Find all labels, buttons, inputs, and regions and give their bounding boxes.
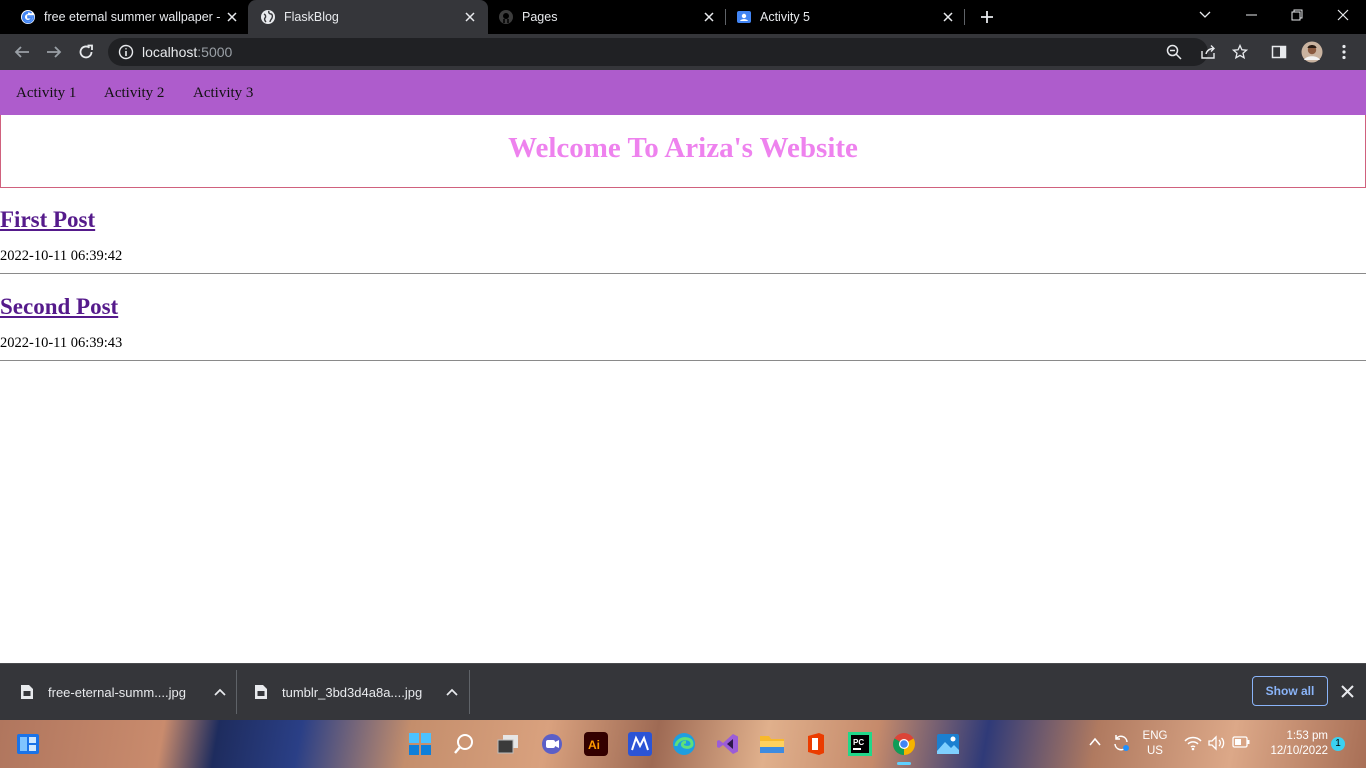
clock-date: 12/10/2022 [1270, 745, 1328, 757]
visual-studio-icon[interactable] [714, 730, 742, 758]
download-separator [469, 670, 470, 714]
url-host: localhost [142, 44, 198, 60]
site-info-icon[interactable] [118, 44, 134, 65]
restore-button[interactable] [1274, 0, 1320, 30]
language-code: ENG [1142, 730, 1168, 742]
download-filename: tumblr_3bd3d4a8a....jpg [282, 684, 423, 700]
chrome-active-indicator [897, 762, 911, 765]
wifi-icon[interactable] [1184, 735, 1202, 753]
back-arrow-icon[interactable] [10, 40, 34, 64]
task-view-icon[interactable] [494, 730, 522, 758]
show-hidden-icons-chevron-icon[interactable] [1088, 735, 1102, 753]
sync-icon[interactable] [1112, 734, 1130, 754]
forward-arrow-icon[interactable] [42, 40, 66, 64]
post-date: 2022-10-11 06:39:43 [0, 335, 123, 351]
svg-text:PC: PC [853, 738, 864, 747]
file-explorer-icon[interactable] [758, 730, 786, 758]
windows-start-icon[interactable] [406, 730, 434, 758]
volume-icon[interactable] [1208, 735, 1226, 753]
file-icon [254, 684, 268, 700]
illustrator-icon[interactable]: Ai [582, 730, 610, 758]
close-tab-icon[interactable] [940, 9, 956, 25]
tab-pages[interactable]: Pages [488, 0, 726, 34]
reload-icon[interactable] [74, 40, 98, 64]
close-download-bar-icon[interactable] [1341, 685, 1354, 703]
minimize-button[interactable] [1228, 0, 1274, 30]
download-filename: free-eternal-summ....jpg [48, 684, 186, 700]
chevron-up-icon[interactable] [214, 688, 226, 696]
teams-chat-icon[interactable] [538, 730, 566, 758]
zoom-icon[interactable] [1166, 44, 1182, 65]
profile-avatar[interactable] [1300, 40, 1324, 64]
nav-link-activity-2[interactable]: Activity 2 [104, 70, 164, 115]
download-item[interactable]: tumblr_3bd3d4a8a....jpg [254, 664, 458, 720]
mathway-icon[interactable] [626, 730, 654, 758]
tab-strip: free eternal summer wallpaper - Google F… [0, 0, 1366, 34]
post-divider [0, 360, 1366, 361]
clock-time: 1:53 pm [1286, 730, 1328, 742]
language-indicator[interactable]: ENG US [1140, 729, 1170, 768]
tab-search-chevron-icon[interactable] [1182, 0, 1228, 30]
google-icon [20, 9, 36, 25]
widgets-icon[interactable] [14, 730, 42, 758]
globe-icon [260, 9, 276, 25]
region-code: US [1147, 745, 1163, 757]
bookmark-star-icon[interactable] [1228, 40, 1252, 64]
svg-text:Ai: Ai [588, 738, 600, 752]
tab-google-search[interactable]: free eternal summer wallpaper - Google [0, 0, 248, 34]
side-panel-icon[interactable] [1267, 40, 1291, 64]
tab-title: Pages [522, 10, 558, 24]
tab-title: Activity 5 [760, 10, 811, 24]
chrome-icon[interactable] [890, 730, 918, 758]
battery-icon[interactable] [1232, 736, 1250, 754]
site-navbar: Activity 1 Activity 2 Activity 3 [0, 70, 1366, 115]
download-item[interactable]: free-eternal-summ....jpg [20, 664, 226, 720]
url-port: :5000 [197, 44, 233, 60]
web-page: Activity 1 Activity 2 Activity 3 Welcome… [0, 70, 1366, 663]
close-tab-icon[interactable] [701, 9, 717, 25]
share-icon[interactable] [1196, 40, 1220, 64]
notification-badge[interactable]: 1 [1331, 737, 1345, 751]
pycharm-icon[interactable]: PC [846, 730, 874, 758]
nav-link-activity-3[interactable]: Activity 3 [193, 70, 253, 115]
new-tab-button[interactable] [972, 2, 1002, 32]
office-icon[interactable] [802, 730, 830, 758]
chevron-up-icon[interactable] [446, 688, 458, 696]
show-all-button[interactable]: Show all [1252, 676, 1328, 706]
photos-icon[interactable] [934, 730, 962, 758]
tab-title: free eternal summer wallpaper - Google [44, 10, 224, 24]
close-window-button[interactable] [1320, 0, 1366, 30]
site-header: Welcome To Ariza's Website [0, 115, 1366, 188]
url-text[interactable]: localhost:5000 [142, 38, 232, 66]
post-title-link[interactable]: Second Post [0, 294, 118, 320]
page-title: Welcome To Ariza's Website [508, 132, 858, 164]
post-title-link[interactable]: First Post [0, 207, 95, 233]
address-bar[interactable]: localhost:5000 [108, 38, 1208, 66]
edge-icon[interactable] [670, 730, 698, 758]
github-icon [498, 9, 514, 25]
browser-toolbar: localhost:5000 [0, 34, 1366, 70]
tab-separator [964, 9, 965, 25]
windows-taskbar: Ai PC ENG US 1:53 pm 12/10/2022 1 [0, 720, 1366, 768]
tab-activity-5[interactable]: Activity 5 [726, 0, 965, 34]
clock[interactable]: 1:53 pm 12/10/2022 [1258, 729, 1328, 768]
close-tab-icon[interactable] [462, 9, 478, 25]
close-tab-icon[interactable] [224, 9, 240, 25]
tab-title: FlaskBlog [284, 10, 339, 24]
tab-flaskblog[interactable]: FlaskBlog [248, 0, 488, 34]
classroom-icon [736, 9, 752, 25]
post-divider [0, 273, 1366, 274]
nav-link-activity-1[interactable]: Activity 1 [16, 70, 76, 115]
download-separator [236, 670, 237, 714]
chrome-menu-icon[interactable] [1332, 40, 1356, 64]
post-date: 2022-10-11 06:39:42 [0, 248, 123, 264]
download-bar: free-eternal-summ....jpg tumblr_3bd3d4a8… [0, 663, 1366, 720]
search-icon[interactable] [450, 730, 478, 758]
file-icon [20, 684, 34, 700]
